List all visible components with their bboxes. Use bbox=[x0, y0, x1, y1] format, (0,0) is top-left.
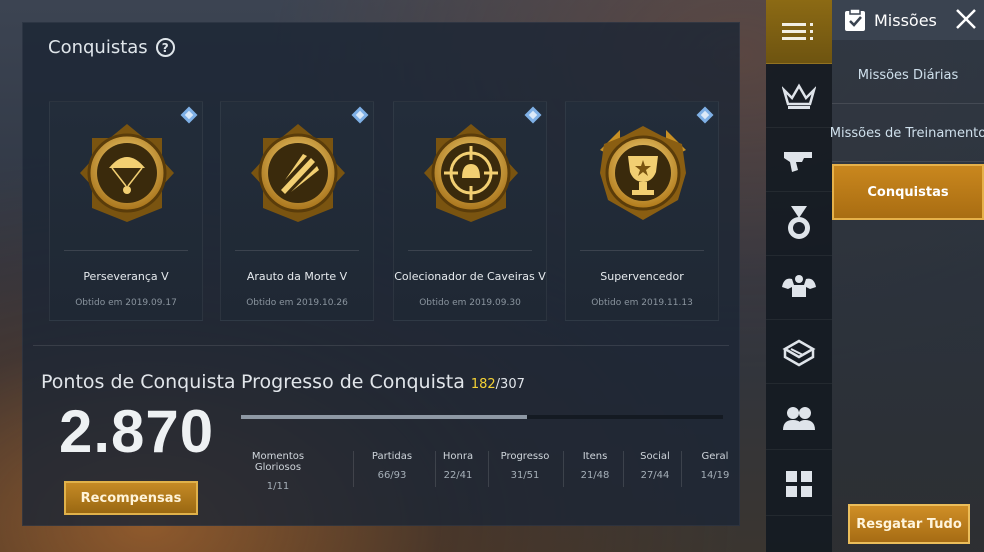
sidebar-item-social[interactable] bbox=[766, 386, 832, 450]
trophy-medal-icon bbox=[600, 126, 686, 220]
card-name: Arauto da Morte V bbox=[246, 270, 348, 283]
sidebar-item-training[interactable] bbox=[766, 256, 832, 320]
card-divider bbox=[235, 250, 359, 251]
missions-title: Missões bbox=[874, 10, 937, 30]
card-name: Perseverança V bbox=[83, 270, 169, 283]
category-label: Geral bbox=[701, 451, 729, 462]
category-stat: Momentos Gloriosos 1/11 bbox=[233, 451, 323, 492]
diamond-badge-icon bbox=[524, 106, 542, 124]
achievements-panel: Conquistas ? Perseverança V Obtido em 20… bbox=[22, 22, 740, 526]
sidebar-item-supplies[interactable] bbox=[766, 320, 832, 384]
card-date: Obtido em 2019.11.13 bbox=[591, 298, 693, 308]
achievements-title: Conquistas bbox=[48, 37, 148, 58]
progress-title: Progresso de Conquista bbox=[241, 371, 465, 393]
grid-icon bbox=[786, 470, 812, 497]
menu-item-daily-missions[interactable]: Missões Diárias bbox=[832, 48, 984, 104]
sidebar-item-weapons[interactable] bbox=[766, 128, 832, 192]
section-title: Conquistas ? bbox=[48, 37, 175, 58]
missions-header: Missões bbox=[832, 0, 984, 40]
achievement-card-supervencedor[interactable]: Supervencedor Obtido em 2019.11.13 bbox=[565, 101, 719, 321]
menu-item-training-missions[interactable]: Missões de Treinamento bbox=[830, 106, 984, 162]
sidebar-item-menu[interactable] bbox=[766, 0, 832, 64]
category-stat: Geral 14/19 bbox=[670, 451, 760, 481]
progress-total: /307 bbox=[495, 377, 525, 392]
achievement-card-arauto[interactable]: Arauto da Morte V Obtido em 2019.10.26 bbox=[220, 101, 374, 321]
progress-header: Progresso de Conquista 182/307 bbox=[241, 371, 525, 393]
category-value: 1/11 bbox=[266, 481, 290, 492]
menu-icon bbox=[782, 22, 813, 40]
medal-icon bbox=[788, 205, 810, 239]
diamond-badge-icon bbox=[351, 106, 369, 124]
category-value: 14/19 bbox=[700, 470, 730, 481]
progress-bar-fill bbox=[241, 415, 527, 419]
bullet-medal-icon bbox=[251, 124, 345, 222]
card-divider bbox=[580, 250, 704, 251]
sidebar-item-medal[interactable] bbox=[766, 192, 832, 256]
card-date: Obtido em 2019.09.17 bbox=[75, 298, 177, 308]
muscle-icon bbox=[782, 274, 816, 297]
card-date: Obtido em 2019.10.26 bbox=[246, 298, 348, 308]
missions-panel: Missões Missões Diárias Missões de Trein… bbox=[830, 0, 984, 552]
clipboard-icon bbox=[845, 8, 865, 31]
diamond-badge-icon bbox=[696, 106, 714, 124]
claim-all-button[interactable]: Resgatar Tudo bbox=[848, 504, 970, 544]
card-divider bbox=[408, 250, 532, 251]
achievement-card-perseveranca[interactable]: Perseverança V Obtido em 2019.09.17 bbox=[49, 101, 203, 321]
category-label: Momentos Gloriosos bbox=[251, 451, 305, 473]
progress-current: 182 bbox=[470, 377, 496, 392]
card-name: Supervencedor bbox=[600, 270, 684, 283]
progress-bar bbox=[241, 415, 723, 419]
help-icon[interactable]: ? bbox=[155, 38, 175, 57]
ammo-box-icon bbox=[782, 339, 816, 366]
card-name: Colecionador de Caveiras V bbox=[394, 270, 546, 283]
crown-icon bbox=[782, 83, 816, 109]
card-date: Obtido em 2019.09.30 bbox=[419, 298, 521, 308]
points-label: Pontos de Conquista bbox=[41, 371, 236, 393]
sidebar-item-crown[interactable] bbox=[766, 64, 832, 128]
diamond-badge-icon bbox=[180, 106, 198, 124]
close-icon[interactable] bbox=[954, 7, 978, 31]
points-value: 2.870 bbox=[59, 398, 215, 465]
friends-icon bbox=[783, 406, 815, 430]
gun-icon bbox=[784, 151, 812, 172]
achievement-card-colecionador[interactable]: Colecionador de Caveiras V Obtido em 201… bbox=[393, 101, 547, 321]
section-divider bbox=[33, 345, 729, 346]
card-divider bbox=[64, 250, 188, 251]
parachute-medal-icon bbox=[80, 124, 174, 222]
sidebar-item-all[interactable] bbox=[766, 452, 832, 516]
menu-item-achievements[interactable]: Conquistas bbox=[832, 164, 984, 220]
rewards-button[interactable]: Recompensas bbox=[64, 481, 198, 515]
icon-sidebar bbox=[766, 0, 832, 552]
crosshair-helmet-medal-icon bbox=[424, 124, 518, 222]
